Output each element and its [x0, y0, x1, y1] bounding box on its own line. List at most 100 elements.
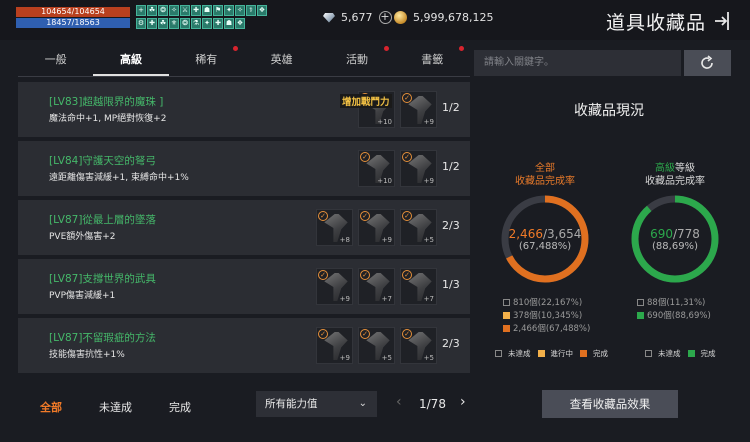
- collection-list: [LV83]超越限界的魔珠 ] 魔法命中+1, MP絕對恢復+2 1/2 ✓ +10 ✓ +…: [18, 82, 470, 382]
- collection-name: [LV84]守護天空的弩弓: [49, 155, 156, 167]
- search-input[interactable]: 請輸入關鍵字。: [474, 50, 681, 76]
- advanced-ring-value: 690/778 (88,69%): [629, 227, 721, 252]
- gold-coin-icon: [394, 11, 407, 24]
- mp-bar: 18457/18563: [16, 18, 130, 28]
- collection-count: 1/2: [442, 101, 460, 114]
- advanced-current: 690: [650, 227, 673, 241]
- enhance-level: +8: [339, 236, 350, 244]
- collection-row[interactable]: [LV87]支撐世界的武具 PVP傷害減緩+1 1/3 ✓ +9 ✓ +7 ✓ +7: [18, 259, 470, 314]
- page-indicator: 1/78: [419, 397, 446, 411]
- advanced-legend-complete: 690個(88,69%): [647, 311, 711, 321]
- tab-5[interactable]: 書籤: [395, 46, 470, 76]
- check-icon: ✓: [402, 93, 412, 103]
- all-legend-keys: 未達成 進行中 完成: [495, 348, 608, 359]
- collection-name: [LV83]超越限界的魔珠 ]: [49, 96, 164, 108]
- all-legend-progress: 378個(10,345%): [513, 311, 583, 321]
- all-rate-label: 全部 收藏品完成率: [490, 162, 600, 188]
- collection-row[interactable]: [LV83]超越限界的魔珠 ] 魔法命中+1, MP絕對恢復+2 1/2 ✓ +10 ✓ +…: [18, 82, 470, 137]
- enhance-level: +10: [377, 118, 392, 126]
- prev-page-button[interactable]: ‹: [396, 394, 402, 410]
- item-slot[interactable]: ✓ +9: [358, 209, 395, 246]
- buff-icon: ☗: [224, 17, 234, 29]
- filter-incomplete[interactable]: 未達成: [99, 399, 132, 415]
- item-slot[interactable]: ✓ +5: [358, 327, 395, 364]
- key-complete: 完成: [593, 349, 608, 358]
- ability-dropdown[interactable]: 所有能力值 ⌄: [256, 391, 377, 417]
- refresh-icon: [701, 55, 713, 69]
- item-slot[interactable]: ✓ +8: [316, 209, 353, 246]
- collection-effect: PVP傷害減緩+1: [49, 291, 116, 301]
- advanced-rate-label: 高級等級 收藏品完成率: [620, 162, 730, 188]
- buff-icon: ✚: [191, 5, 201, 16]
- enhance-level: +5: [423, 354, 434, 362]
- tab-label: 活動: [345, 53, 368, 66]
- tab-label: 一般: [44, 53, 67, 66]
- diamond-icon: [323, 12, 335, 23]
- next-page-button[interactable]: ›: [460, 394, 466, 410]
- filter-complete[interactable]: 完成: [169, 399, 191, 415]
- collection-row[interactable]: [LV84]守護天空的弩弓 遠距離傷害減緩+1, 束縛命中+1% 1/2 ✓ +10 ✓ +…: [18, 141, 470, 196]
- check-icon: ✓: [318, 270, 328, 280]
- buff-icon: ❖: [235, 17, 245, 29]
- all-legend-complete: 2,466個(67,488%): [513, 324, 591, 334]
- all-label: 全部: [535, 163, 555, 174]
- key-progress: 進行中: [550, 349, 574, 358]
- tab-label: 稀有: [195, 53, 218, 66]
- buff-icon: ❂: [158, 5, 168, 16]
- collection-name: [LV87]支撐世界的武具: [49, 273, 156, 285]
- buff-icon: ✦: [224, 5, 234, 16]
- check-icon: ✓: [402, 270, 412, 280]
- enhance-level: +7: [381, 295, 392, 303]
- item-slot[interactable]: ✓ +9: [400, 150, 437, 187]
- all-legend: 810個(22,167%) 378個(10,345%) 2,466個(67,48…: [503, 297, 590, 336]
- buff-icon: ⚜: [169, 17, 179, 29]
- enhance-level: +5: [423, 236, 434, 244]
- collection-effect: PVE額外傷害+2: [49, 232, 116, 242]
- item-slot[interactable]: ✓ +5: [400, 209, 437, 246]
- buff-icon: ☗: [202, 5, 212, 16]
- check-icon: ✓: [402, 152, 412, 162]
- item-slot[interactable]: ✓ +5: [400, 327, 437, 364]
- check-icon: ✓: [360, 211, 370, 221]
- refresh-button[interactable]: [684, 50, 731, 76]
- item-slot[interactable]: ✓ +9: [316, 268, 353, 305]
- advanced-total: /778: [672, 227, 700, 241]
- item-slot[interactable]: ✓ +9: [400, 91, 437, 128]
- enhance-level: +9: [339, 354, 350, 362]
- buff-icon: ✧: [169, 5, 179, 16]
- buff-icon: ☘: [158, 17, 168, 29]
- collection-effect: 技能傷害抗性+1%: [49, 350, 125, 360]
- collection-count: 1/3: [442, 278, 460, 291]
- notification-dot: [458, 46, 464, 51]
- collection-count: 1/2: [442, 160, 460, 173]
- buff-icon: ✚: [213, 17, 223, 29]
- item-slot[interactable]: ✓ +7: [358, 268, 395, 305]
- check-icon: ✓: [318, 211, 328, 221]
- chevron-down-icon: ⌄: [358, 398, 367, 409]
- item-slot[interactable]: ✓ +10: [358, 150, 395, 187]
- tab-2[interactable]: 稀有: [169, 46, 244, 76]
- exit-icon[interactable]: [706, 10, 730, 32]
- advanced-grade-label: 等級: [675, 163, 695, 174]
- tab-3[interactable]: 英雄: [244, 48, 319, 76]
- collection-row[interactable]: [LV87]從最上層的墜落 PVE額外傷害+2 2/3 ✓ +8 ✓ +9 ✓ +5: [18, 200, 470, 255]
- tab-4[interactable]: 活動: [319, 46, 394, 76]
- enhance-level: +9: [339, 295, 350, 303]
- tab-0[interactable]: 一般: [18, 48, 93, 76]
- advanced-label: 高級: [655, 163, 675, 174]
- diamond-currency: 5,677 +: [323, 11, 392, 24]
- enhance-level: +9: [423, 177, 434, 185]
- check-icon: ✓: [360, 270, 370, 280]
- tab-1[interactable]: 高級: [93, 48, 169, 76]
- item-slot[interactable]: ✓ +7: [400, 268, 437, 305]
- all-percent: (67,488%): [518, 241, 572, 252]
- tab-label: 書籤: [421, 53, 444, 66]
- filter-all[interactable]: 全部: [40, 399, 62, 415]
- item-slot[interactable]: ✓ +9: [316, 327, 353, 364]
- view-collection-effects-button[interactable]: 查看收藏品效果: [542, 390, 678, 418]
- buff-icon: ✧: [235, 5, 245, 16]
- add-diamond-button[interactable]: +: [378, 11, 392, 24]
- advanced-legend: 88個(11,31%) 690個(88,69%): [637, 297, 711, 323]
- buff-icon: ⚗: [191, 17, 201, 29]
- collection-row[interactable]: [LV87]不留瑕疵的方法 技能傷害抗性+1% 2/3 ✓ +9 ✓ +5 ✓ +5: [18, 318, 470, 373]
